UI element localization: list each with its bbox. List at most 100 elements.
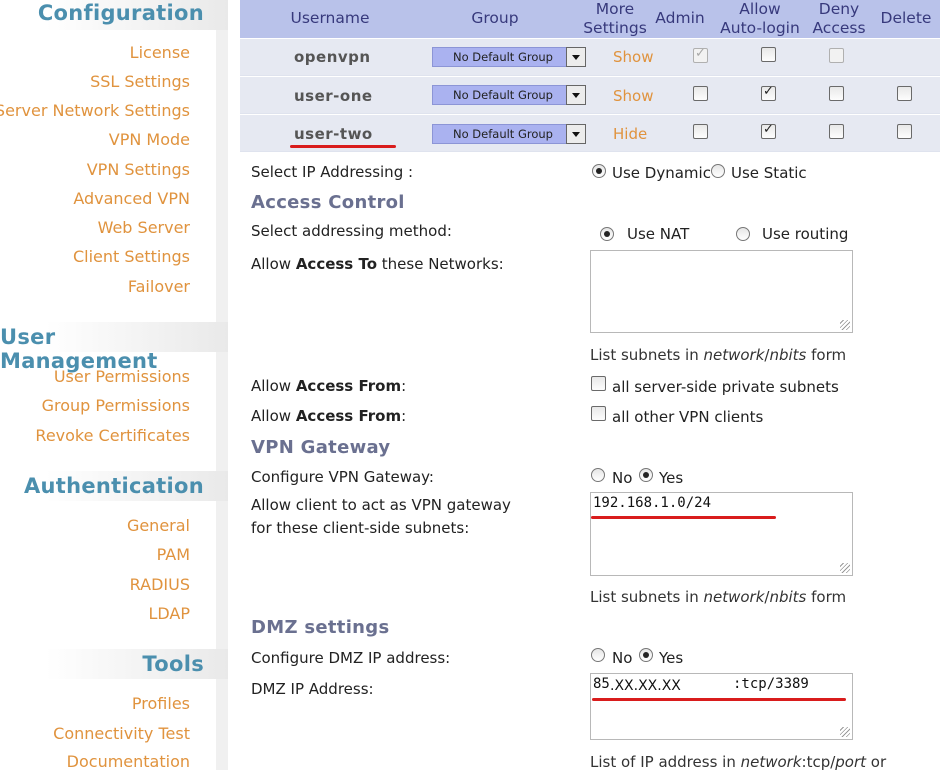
admin-checkbox[interactable] [693, 86, 708, 101]
hint-italic: network [703, 588, 765, 606]
dmz-ip-suffix: :tcp/3389 [733, 676, 809, 692]
nav-vpn-settings[interactable]: VPN Settings [87, 160, 190, 179]
header-more-settings-line2: Settings [583, 19, 647, 37]
access-from-part: : [401, 407, 407, 425]
gateway-subnets-label-1: Allow client to act as VPN gateway [251, 496, 511, 514]
nav-user-permissions[interactable]: User Permissions [54, 367, 190, 386]
vpn-clients-checkbox[interactable] [591, 406, 606, 421]
dmz-ip-address-textarea[interactable]: 85 .XX.XX.XX :tcp/3389 [590, 673, 853, 740]
section-title-tools: Tools [142, 652, 204, 676]
vpn-gateway-no-radio[interactable] [591, 468, 605, 482]
access-from-part: Allow [251, 377, 296, 395]
nav-general[interactable]: General [127, 516, 190, 535]
dmz-settings-heading: DMZ settings [251, 617, 390, 638]
access-from-label: Allow Access From: [251, 407, 406, 425]
deny-access-checkbox[interactable] [829, 124, 844, 139]
more-settings-link[interactable]: Show [613, 87, 653, 105]
nav-pam[interactable]: PAM [157, 545, 190, 564]
nav-radius[interactable]: RADIUS [130, 575, 190, 594]
user-detail-settings: Select IP Addressing : Use Dynamic Use S… [240, 152, 940, 770]
use-static-radio[interactable] [711, 164, 725, 178]
nav-license[interactable]: License [130, 43, 190, 62]
access-to-label-part: these Networks: [377, 255, 504, 273]
table-row: openvpn No Default Group Show [240, 38, 940, 75]
chevron-down-icon[interactable] [566, 47, 586, 67]
resize-grip-icon[interactable] [840, 727, 850, 737]
group-select[interactable]: No Default Group [432, 124, 586, 144]
username-cell: user-one [294, 87, 373, 105]
auto-login-checkbox[interactable] [761, 122, 776, 139]
header-deny-line2: Access [812, 19, 866, 37]
auto-login-checkbox[interactable] [761, 84, 776, 101]
dmz-yes-label: Yes [659, 649, 684, 667]
nav-group-permissions[interactable]: Group Permissions [42, 396, 190, 415]
configure-vpn-gateway-label: Configure VPN Gateway: [251, 468, 434, 486]
nav-server-network-settings[interactable]: Server Network Settings [0, 101, 190, 120]
nav-ssl-settings[interactable]: SSL Settings [90, 72, 190, 91]
hint-italic: network [740, 753, 802, 770]
resize-grip-icon[interactable] [840, 563, 850, 573]
use-static-label: Use Static [731, 164, 807, 182]
group-select[interactable]: No Default Group [432, 85, 586, 105]
hint-part: List subnets in [590, 346, 704, 364]
access-to-label: Allow Access To these Networks: [251, 255, 504, 273]
resize-grip-icon[interactable] [840, 320, 850, 330]
nav-documentation[interactable]: Documentation [67, 752, 190, 770]
header-username: Username [290, 9, 370, 27]
username-cell: openvpn [294, 48, 371, 66]
use-nat-radio[interactable] [600, 227, 614, 241]
hint-italic: port [835, 753, 867, 770]
table-header: Username Group More Settings Admin Allow… [240, 0, 940, 38]
chevron-down-icon[interactable] [566, 124, 586, 144]
use-nat-label: Use NAT [627, 225, 690, 243]
annotation-underline [290, 145, 396, 148]
section-title-user-management: User Management [0, 325, 158, 373]
access-from-part: Allow [251, 407, 296, 425]
vpn-gateway-yes-radio[interactable] [639, 468, 653, 482]
delete-checkbox[interactable] [897, 124, 912, 139]
nav-profiles[interactable]: Profiles [132, 694, 190, 713]
vpn-gateway-heading: VPN Gateway [251, 437, 391, 458]
dmz-ip-prefix: 85 [593, 676, 610, 692]
more-settings-link[interactable]: Hide [613, 125, 647, 143]
hint-italic: nbits [769, 346, 807, 364]
nav-failover[interactable]: Failover [128, 277, 190, 296]
header-auto-login: Allow Auto-login [712, 0, 808, 38]
gateway-subnets-label-2: for these client-side subnets: [251, 519, 470, 537]
use-dynamic-radio[interactable] [592, 164, 606, 178]
use-routing-radio[interactable] [736, 227, 750, 241]
hint-part: List of IP address in [590, 753, 741, 770]
more-settings-link[interactable]: Show [613, 48, 653, 66]
auto-login-checkbox[interactable] [761, 47, 776, 62]
dmz-hint: List of IP address in network:tcp/port o… [590, 753, 886, 770]
nav-revoke-certificates[interactable]: Revoke Certificates [35, 426, 190, 445]
access-to-networks-textarea[interactable] [590, 250, 853, 333]
nav-advanced-vpn[interactable]: Advanced VPN [73, 189, 190, 208]
deny-access-checkbox[interactable] [829, 86, 844, 101]
nav-connectivity-test[interactable]: Connectivity Test [53, 724, 190, 743]
access-to-label-bold: Access To [295, 255, 378, 273]
annotation-underline [591, 516, 776, 519]
access-from-label: Allow Access From: [251, 377, 406, 395]
dmz-ip-masked: .XX.XX.XX [610, 678, 681, 694]
admin-checkbox[interactable] [693, 124, 708, 139]
hint-italic: nbits [769, 588, 807, 606]
group-select-value: No Default Group [453, 127, 553, 141]
dmz-yes-radio[interactable] [639, 648, 653, 662]
admin-checkbox [693, 46, 708, 63]
gateway-subnets-hint: List subnets in network/nbits form [590, 588, 846, 606]
access-control-heading: Access Control [251, 192, 405, 213]
nav-vpn-mode[interactable]: VPN Mode [109, 130, 190, 149]
nav-client-settings[interactable]: Client Settings [73, 247, 190, 266]
nav-web-server[interactable]: Web Server [98, 218, 190, 237]
access-from-bold: Access From [295, 377, 402, 395]
delete-checkbox[interactable] [897, 86, 912, 101]
dmz-no-radio[interactable] [591, 648, 605, 662]
server-side-subnets-checkbox[interactable] [591, 376, 606, 391]
sidebar: Configuration License SSL Settings Serve… [0, 0, 228, 770]
gateway-subnets-textarea[interactable]: 192.168.1.0/24 [590, 492, 853, 576]
nav-ldap[interactable]: LDAP [148, 604, 190, 623]
group-select[interactable]: No Default Group [432, 47, 586, 67]
header-deny-line1: Deny [818, 0, 860, 18]
chevron-down-icon[interactable] [566, 85, 586, 105]
